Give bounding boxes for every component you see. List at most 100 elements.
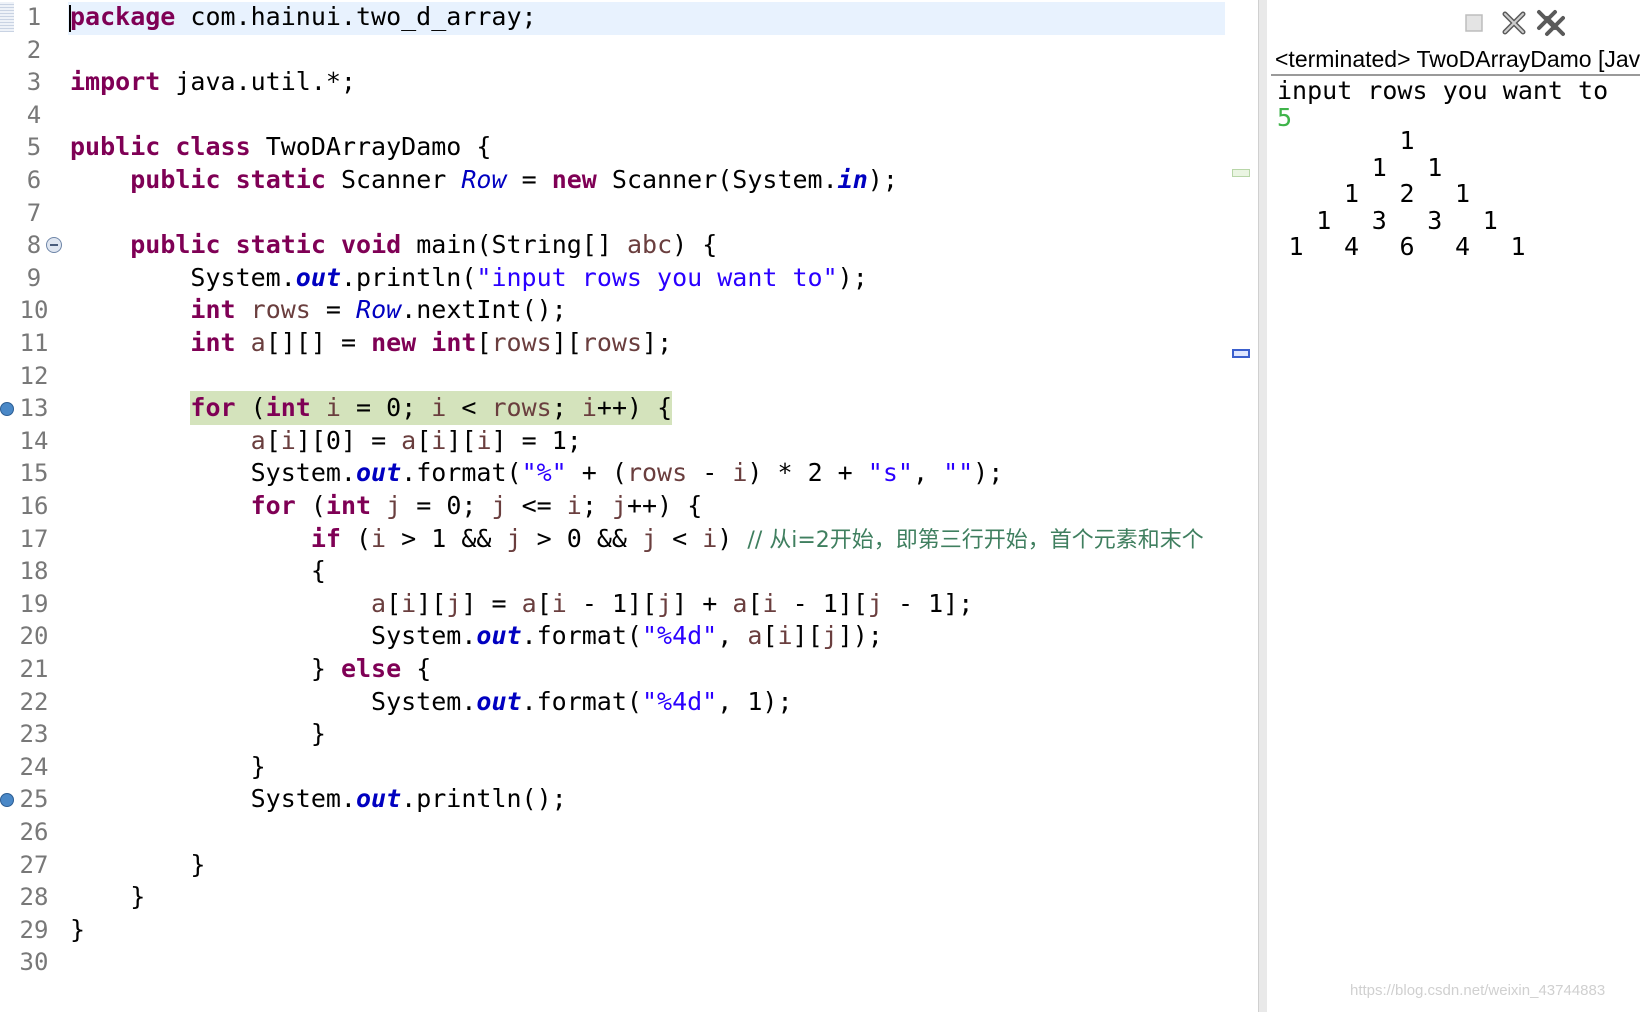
code-text[interactable]: } [70, 750, 266, 784]
code-line[interactable]: 2 [0, 33, 1230, 67]
remove-all-icon[interactable] [1535, 8, 1565, 38]
code-token: j [867, 588, 883, 618]
triangle-value: 1 [1510, 232, 1526, 261]
remove-launch-icon[interactable] [1499, 8, 1529, 38]
code-text[interactable]: System.out.println(); [70, 782, 567, 816]
debug-marker-icon[interactable] [0, 793, 14, 808]
overview-annotation-marker[interactable] [1232, 169, 1250, 177]
code-token: ][ [446, 425, 477, 455]
code-line[interactable]: 6 public static Scanner Row = new Scanne… [0, 163, 1230, 197]
code-text[interactable]: System.out.format("%" + (rows - i) * 2 +… [70, 456, 1004, 490]
code-token: , [717, 621, 748, 651]
code-token: i [702, 523, 718, 553]
code-line[interactable]: 4 [0, 98, 1230, 132]
code-token: public [70, 132, 161, 162]
code-token: a [732, 588, 748, 618]
code-text[interactable]: a[i][0] = a[i][i] = 1; [70, 424, 582, 458]
code-line[interactable]: 14 a[i][0] = a[i][i] = 1; [0, 424, 1230, 458]
code-text[interactable]: } [70, 880, 145, 914]
code-line[interactable]: 17 if (i > 1 && j > 0 && j < i) // 从i=2开… [0, 522, 1230, 556]
line-number: 6 [26, 166, 42, 194]
code-editor[interactable]: 1 package com.hainui.two_d_array; 2 3 import… [0, 0, 1255, 1012]
code-line[interactable]: 20 System.out.format("%4d", a[i][j]); [0, 619, 1230, 653]
code-text[interactable]: for (int j = 0; j <= i; j++) { [70, 489, 703, 523]
code-line[interactable]: 22 System.out.format("%4d", 1); [0, 685, 1230, 719]
code-token: public [130, 165, 221, 194]
code-line[interactable]: 13 for (int i = 0; i < rows; i++) { [0, 391, 1230, 426]
code-line[interactable]: 18 { [0, 554, 1230, 588]
code-line[interactable]: 27 } [0, 848, 1230, 882]
stop-icon[interactable] [1459, 8, 1489, 38]
triangle-value: 2 [1399, 179, 1415, 208]
code-token: ] + [672, 588, 733, 618]
code-token: i [732, 458, 748, 488]
code-line[interactable]: 1 package com.hainui.two_d_array; [0, 0, 1230, 35]
code-line[interactable]: 19 a[i][j] = a[i - 1][j] + a[i - 1][j - … [0, 587, 1230, 621]
code-text[interactable]: } [70, 913, 85, 947]
code-text[interactable]: for (int i = 0; i < rows; i++) { [70, 391, 673, 426]
code-line[interactable]: 10 int rows = Row.nextInt(); [0, 293, 1230, 327]
code-token: i [280, 425, 296, 455]
line-number: 19 [19, 589, 49, 618]
code-line[interactable]: 23 } [0, 717, 1230, 751]
line-number: 2 [26, 35, 42, 64]
triangle-value: 3 [1427, 205, 1443, 235]
code-text[interactable]: if (i > 1 && j > 0 && j < i) // 从i=2开始，即… [70, 522, 1204, 558]
line-number: 13 [19, 394, 49, 423]
code-token: j [491, 491, 507, 520]
code-line[interactable]: 28 } [0, 880, 1230, 914]
code-line[interactable]: 7 [0, 196, 1230, 230]
overview-occurrence-marker[interactable] [1232, 349, 1250, 358]
code-text[interactable]: int a[][] = new int[rows][rows]; [70, 326, 672, 360]
code-line[interactable]: 3 import java.util.*; [0, 65, 1230, 99]
code-text[interactable]: int rows = Row.nextInt(); [70, 293, 566, 327]
code-token: = [506, 165, 552, 194]
code-line[interactable]: 16 for (int j = 0; j <= i; j++) { [0, 489, 1230, 523]
code-token: i [551, 588, 567, 618]
code-text[interactable]: } [70, 717, 326, 751]
code-token: ) * 2 + [747, 458, 868, 488]
code-line[interactable]: 8 public static void main(String[] abc) … [0, 228, 1230, 262]
code-line[interactable]: 11 int a[][] = new int[rows][rows]; [0, 326, 1230, 360]
console-view[interactable]: <terminated> TwoDArrayDamo [Jav input ro… [1267, 0, 1640, 1012]
code-token: j [506, 523, 522, 553]
code-text[interactable]: System.out.println("input rows you want … [70, 261, 867, 295]
code-text[interactable]: public static void main(String[] abc) { [70, 228, 717, 262]
code-token: = 0; [401, 491, 492, 520]
fold-collapse-icon[interactable] [46, 237, 62, 254]
code-token: else [340, 654, 402, 683]
line-number: 24 [19, 752, 49, 781]
code-line[interactable]: 21 } else { [0, 652, 1230, 686]
code-text[interactable]: System.out.format("%4d", a[i][j]); [70, 619, 883, 653]
code-text[interactable]: { [70, 554, 326, 588]
code-text[interactable]: } [70, 848, 205, 882]
code-text[interactable]: public class TwoDArrayDamo { [70, 130, 491, 164]
code-token: - 1][ [777, 588, 868, 618]
code-token: TwoDArrayDamo { [250, 132, 492, 162]
code-token: ][ [551, 328, 582, 357]
code-text[interactable]: a[i][j] = a[i - 1][j] + a[i - 1][j - 1]; [70, 587, 973, 621]
debug-marker-icon[interactable] [0, 402, 14, 417]
code-line[interactable]: 5 public class TwoDArrayDamo { [0, 130, 1230, 164]
line-number: 17 [19, 524, 49, 553]
code-line[interactable]: 24 } [0, 750, 1230, 784]
code-text[interactable]: package com.hainui.two_d_array; [70, 0, 537, 34]
code-line[interactable]: 29} [0, 913, 1230, 947]
code-text[interactable]: public static Scanner Row = new Scanner(… [70, 163, 898, 197]
line-number: 20 [19, 622, 49, 651]
code-line[interactable]: 30 [0, 945, 1230, 979]
code-token: int [431, 328, 477, 357]
code-line[interactable]: 12 [0, 359, 1230, 393]
line-number: 22 [19, 687, 49, 716]
watermark: https://blog.csdn.net/weixin_43744883 [1350, 982, 1606, 999]
code-text[interactable]: System.out.format("%4d", 1); [70, 685, 792, 719]
code-token: "%4d" [641, 686, 718, 716]
code-text[interactable]: } else { [70, 652, 431, 686]
code-line[interactable]: 9 System.out.println("input rows you wan… [0, 261, 1230, 295]
code-line[interactable]: 15 System.out.format("%" + (rows - i) * … [0, 456, 1230, 490]
code-line[interactable]: 25 System.out.println(); [0, 782, 1230, 816]
code-text[interactable]: import java.util.*; [70, 65, 356, 99]
code-line[interactable]: 26 [0, 815, 1230, 849]
